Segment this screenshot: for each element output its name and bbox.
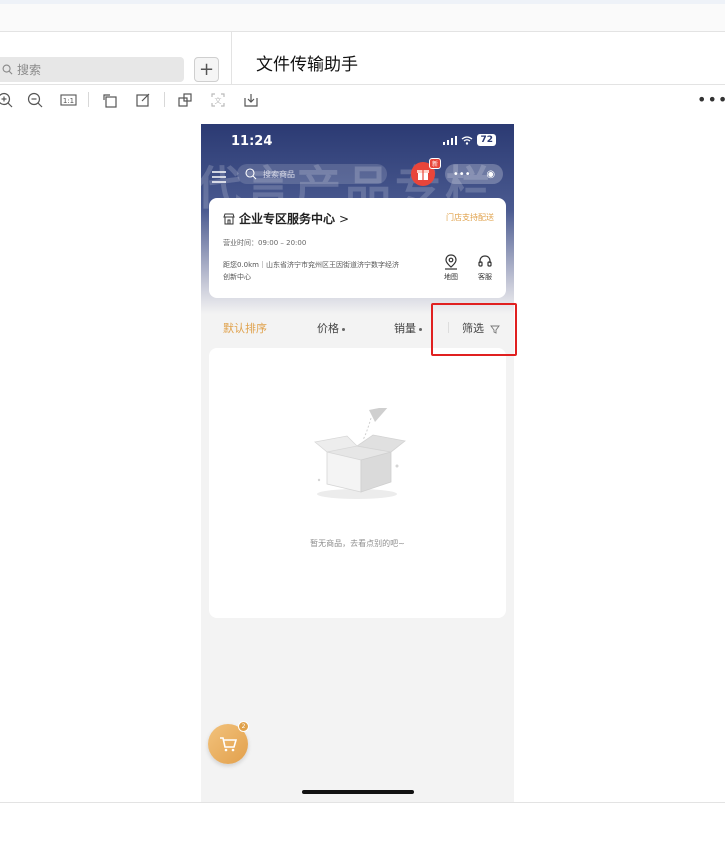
customer-service-button[interactable]: 客服 (472, 254, 498, 282)
toolbar-separator (164, 92, 165, 107)
chat-title: 文件传输助手 (256, 55, 358, 75)
sort-price[interactable]: 价格 (317, 320, 345, 336)
shopping-cart-button[interactable]: 2 (208, 721, 249, 764)
product-search-placeholder: 搜索商品 (263, 169, 295, 179)
divider (231, 31, 232, 85)
svg-text:文: 文 (215, 96, 222, 105)
search-input[interactable]: 搜索 (0, 57, 184, 82)
store-icon (223, 213, 235, 224)
sort-sales-label: 销量 (394, 322, 416, 335)
copy-icon[interactable] (176, 91, 194, 109)
store-name: 企业专区服务中心 (239, 212, 336, 226)
business-hours: 营业时间：09:00 – 20:00 (223, 239, 307, 247)
rotate-icon[interactable] (101, 91, 119, 109)
signal-icon (443, 135, 458, 145)
search-icon (245, 168, 257, 180)
divider (0, 31, 725, 32)
menu-icon[interactable] (211, 168, 227, 187)
status-time: 11:24 (231, 134, 273, 149)
search-placeholder: 搜索 (17, 63, 42, 77)
battery-indicator: 72 (477, 134, 496, 146)
divider (0, 84, 725, 85)
phone-screenshot: 代言产品专栏 11:24 72 搜索商品 新 ••• ◉ 企业专区服务中心 > … (201, 124, 514, 802)
product-search-input[interactable]: 搜索商品 (237, 164, 387, 184)
sort-arrow-icon (419, 327, 422, 331)
home-indicator (302, 790, 414, 794)
zoom-in-icon[interactable] (0, 91, 14, 109)
new-badge: 新 (428, 158, 441, 169)
product-list: 暂无商品，去看点别的吧~ (209, 348, 506, 618)
close-icon[interactable]: ◉ (486, 169, 495, 180)
empty-box-icon (309, 406, 409, 507)
empty-state-text: 暂无商品，去看点别的吧~ (310, 539, 405, 548)
store-address: 距您0.0km｜山东省济宁市兖州区王因街道济宁数字经济创新中心 (223, 261, 400, 281)
divider (0, 802, 725, 803)
map-label: 地图 (444, 273, 458, 281)
search-icon (2, 64, 13, 75)
scan-icon[interactable]: 文 (209, 91, 227, 109)
map-pin-icon (445, 254, 457, 270)
wifi-icon (462, 135, 473, 145)
window-header-area (0, 4, 725, 32)
store-title[interactable]: 企业专区服务中心 > (223, 210, 349, 227)
more-menu-button[interactable]: ••• (697, 90, 725, 109)
sort-sales[interactable]: 销量 (394, 320, 422, 336)
more-icon[interactable]: ••• (453, 169, 471, 180)
cart-count-badge: 2 (238, 721, 249, 732)
toolbar-separator (88, 92, 89, 107)
sort-price-label: 价格 (317, 322, 339, 335)
gift-icon[interactable]: 新 (411, 158, 441, 186)
map-button[interactable]: 地图 (438, 254, 464, 282)
add-button[interactable]: + (194, 57, 219, 82)
download-icon[interactable] (242, 91, 260, 109)
chevron-right-icon: > (339, 211, 350, 226)
actual-size-icon[interactable]: 1:1 (59, 91, 77, 109)
delivery-tag: 门店支持配送 (446, 213, 494, 222)
service-label: 客服 (478, 273, 492, 281)
svg-text:1:1: 1:1 (62, 97, 73, 105)
miniprogram-capsule[interactable]: ••• ◉ (445, 164, 503, 184)
store-info-card: 企业专区服务中心 > 门店支持配送 营业时间：09:00 – 20:00 距您0… (209, 198, 506, 298)
headset-icon (478, 255, 492, 267)
highlight-box (431, 303, 517, 356)
edit-icon[interactable] (134, 91, 152, 109)
sort-arrow-icon (342, 327, 345, 331)
zoom-out-icon[interactable] (26, 91, 44, 109)
status-icons: 72 (443, 134, 496, 146)
shopping-cart-icon (220, 737, 237, 752)
sort-default[interactable]: 默认排序 (223, 320, 267, 336)
